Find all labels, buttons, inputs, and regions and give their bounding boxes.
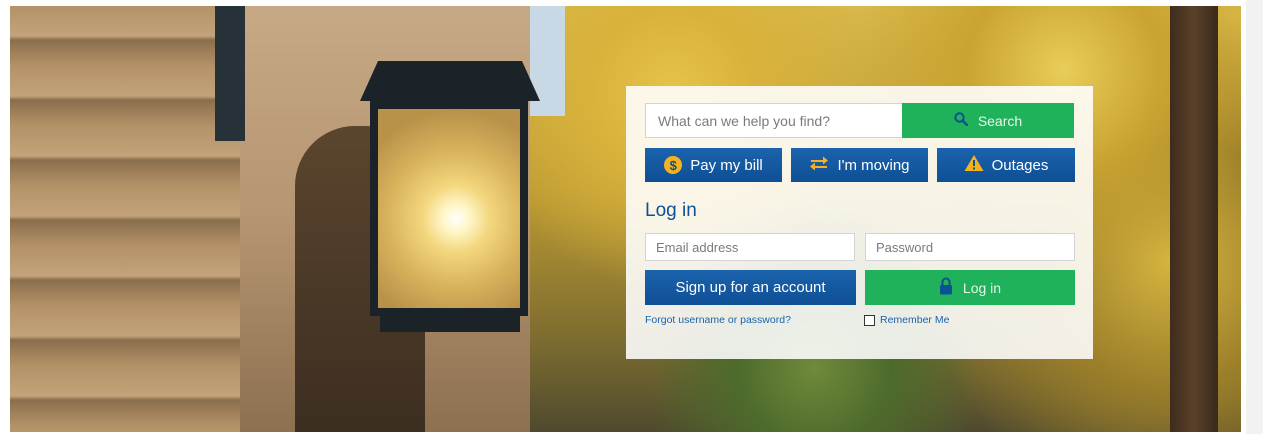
search-input[interactable] [645, 103, 902, 138]
quick-actions: $ Pay my bill I'm moving Outages [645, 148, 1075, 182]
login-actions: Sign up for an account Log in [645, 270, 1075, 305]
search-button-label: Search [977, 112, 1023, 129]
hero-tree-trunk [1170, 6, 1218, 432]
warning-icon [964, 154, 984, 176]
login-links: Forgot username or password? Remember Me [645, 314, 1075, 330]
moving-label: I'm moving [837, 156, 910, 174]
pay-bill-label: Pay my bill [690, 156, 763, 174]
dollar-coin-icon: $ [664, 156, 683, 174]
email-field[interactable] [645, 233, 855, 261]
login-title: Log in [645, 200, 697, 221]
pay-bill-button[interactable]: $ Pay my bill [645, 148, 782, 182]
remember-me-label: Remember Me [880, 314, 950, 326]
scrollbar-track[interactable] [1246, 0, 1263, 434]
search-bar: Search [645, 103, 1075, 138]
hero-lantern [350, 61, 550, 336]
swap-arrows-icon [809, 155, 829, 175]
forgot-password-link[interactable]: Forgot username or password? [645, 314, 791, 326]
remember-me[interactable]: Remember Me [864, 314, 949, 326]
outages-button[interactable]: Outages [937, 148, 1075, 182]
hero-adobe-wall [10, 6, 240, 432]
account-widget-panel: Search $ Pay my bill I'm moving [626, 86, 1093, 359]
search-icon [954, 112, 969, 129]
moving-button[interactable]: I'm moving [791, 148, 928, 182]
page: Search $ Pay my bill I'm moving [0, 0, 1263, 434]
lantern-glass [370, 101, 528, 316]
password-field[interactable] [865, 233, 1075, 261]
lantern-base [380, 316, 520, 332]
signup-button[interactable]: Sign up for an account [645, 270, 856, 305]
outages-label: Outages [991, 156, 1049, 174]
hero-iron-bracket [215, 6, 245, 141]
login-button[interactable]: Log in [865, 270, 1075, 305]
lock-icon [939, 277, 953, 298]
login-button-label: Log in [962, 279, 1002, 296]
remember-me-checkbox[interactable] [864, 314, 875, 326]
lantern-roof [360, 61, 540, 101]
search-button[interactable]: Search [902, 103, 1074, 138]
login-fields [645, 233, 1075, 261]
